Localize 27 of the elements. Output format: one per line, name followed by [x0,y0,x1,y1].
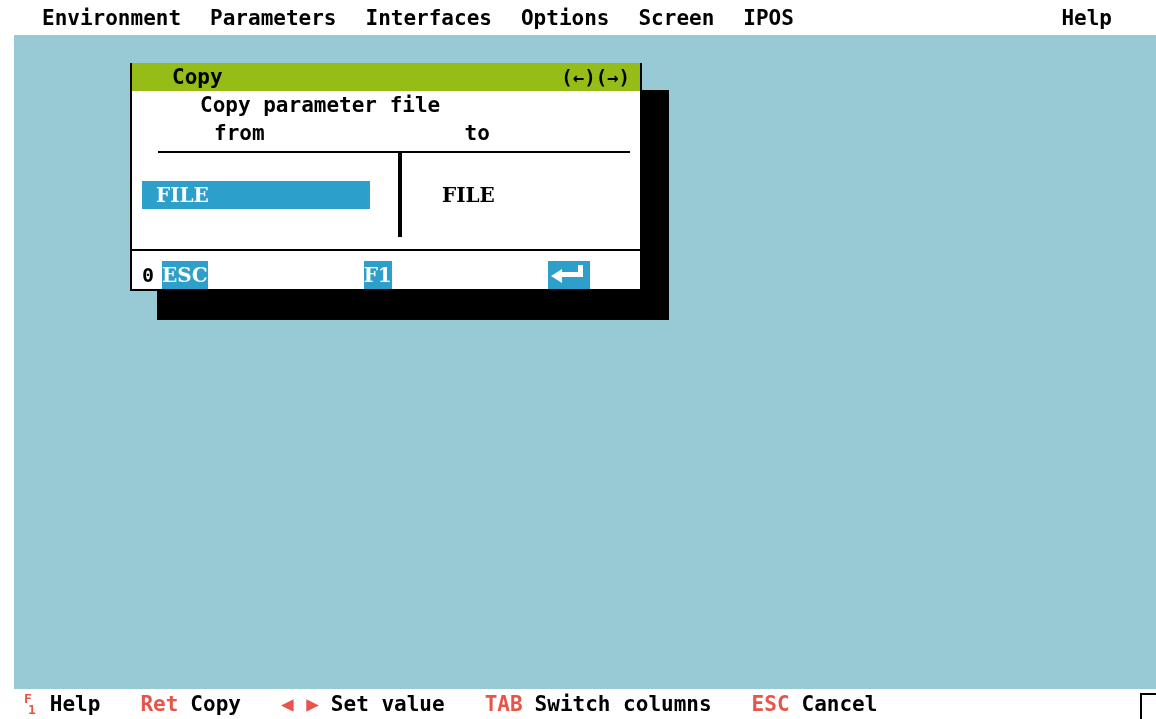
key-action: Help [49,692,101,716]
key-label: Ret [140,692,179,716]
menu-item[interactable]: Environment [42,5,182,30]
menu-item[interactable]: Help [1061,5,1112,30]
previous-button[interactable]: (←) [561,66,596,88]
menu-item[interactable]: Options [520,5,610,30]
key-action: Cancel [801,692,878,716]
menu-item[interactable]: IPOS [743,5,794,30]
menu-item[interactable]: Interfaces [365,5,492,30]
menu-item[interactable]: Parameters [210,5,337,30]
dialog-heading: Copy parameter file [199,92,442,119]
from-label: from [214,120,265,147]
edge-box [1140,693,1156,719]
footer-number: 0 [142,263,155,287]
key-label: ◀ ▶ [280,692,319,716]
key-action: Set value [330,692,445,716]
key-label: F1 [24,693,36,715]
next-button[interactable]: (→) [595,66,630,88]
enter-key-button[interactable] [547,261,590,289]
dialog-title: Copy [172,65,223,89]
menu-item[interactable]: Screen [638,5,715,30]
to-file-option[interactable]: FILE [442,183,495,207]
key-label: ESC [751,692,790,716]
to-label: to [464,120,490,147]
key-action: Switch columns [534,692,712,716]
key-action: Copy [190,692,241,716]
key-label: TAB [484,692,523,716]
